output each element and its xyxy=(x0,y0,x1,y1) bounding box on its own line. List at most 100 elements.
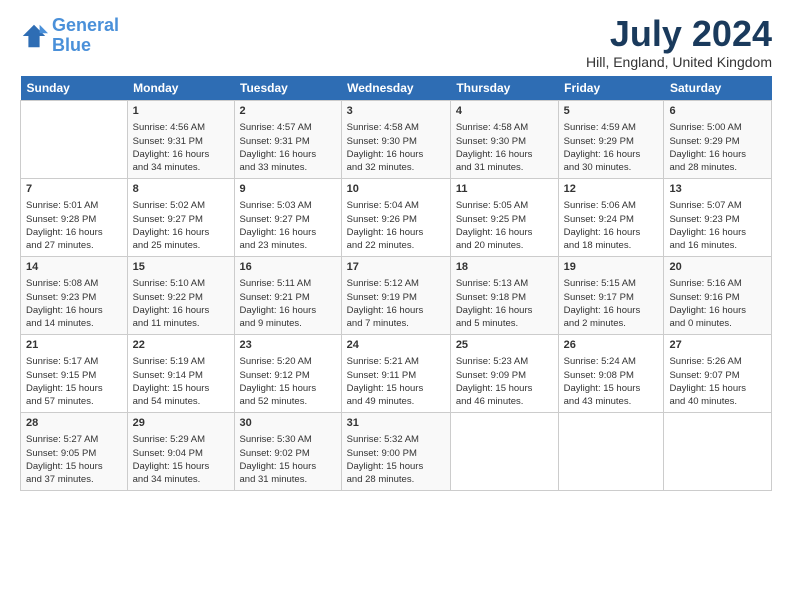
location: Hill, England, United Kingdom xyxy=(586,54,772,70)
table-row: 6 Sunrise: 5:00 AM Sunset: 9:29 PM Daylig… xyxy=(664,101,772,179)
col-thursday: Thursday xyxy=(450,76,558,101)
day-info: Sunrise: 5:17 AM Sunset: 9:15 PM Dayligh… xyxy=(26,355,122,408)
day-info: Sunrise: 5:30 AM Sunset: 9:02 PM Dayligh… xyxy=(240,433,336,486)
day-info: Sunrise: 5:08 AM Sunset: 9:23 PM Dayligh… xyxy=(26,277,122,330)
page: General Blue July 2024 Hill, England, Un… xyxy=(0,0,792,501)
logo-text: General Blue xyxy=(52,16,119,56)
day-info: Sunrise: 5:15 AM Sunset: 9:17 PM Dayligh… xyxy=(564,277,659,330)
table-row: 5 Sunrise: 4:59 AM Sunset: 9:29 PM Daylig… xyxy=(558,101,664,179)
day-info: Sunrise: 5:07 AM Sunset: 9:23 PM Dayligh… xyxy=(669,199,766,252)
day-number: 11 xyxy=(456,182,553,197)
day-number: 16 xyxy=(240,260,336,275)
day-number: 14 xyxy=(26,260,122,275)
day-number: 19 xyxy=(564,260,659,275)
day-info: Sunrise: 5:21 AM Sunset: 9:11 PM Dayligh… xyxy=(347,355,445,408)
day-number: 23 xyxy=(240,338,336,353)
day-number: 8 xyxy=(133,182,229,197)
table-row: 29 Sunrise: 5:29 AM Sunset: 9:04 PM Dayli… xyxy=(127,413,234,491)
table-row: 27 Sunrise: 5:26 AM Sunset: 9:07 PM Dayli… xyxy=(664,335,772,413)
calendar-body: 1Sunrise: 4:56 AM Sunset: 9:31 PM Daylig… xyxy=(21,101,772,491)
col-monday: Monday xyxy=(127,76,234,101)
calendar-table: Sunday Monday Tuesday Wednesday Thursday… xyxy=(20,76,772,491)
table-row: 15Sunrise: 5:10 AM Sunset: 9:22 PM Dayli… xyxy=(127,257,234,335)
table-row xyxy=(21,101,128,179)
table-row: 31 Sunrise: 5:32 AM Sunset: 9:00 PM Dayli… xyxy=(341,413,450,491)
table-row: 8 Sunrise: 5:02 AM Sunset: 9:27 PM Daylig… xyxy=(127,179,234,257)
logo-line1: General xyxy=(52,15,119,35)
table-row: 17 Sunrise: 5:12 AM Sunset: 9:19 PM Dayli… xyxy=(341,257,450,335)
table-row: 22 Sunrise: 5:19 AM Sunset: 9:14 PM Dayli… xyxy=(127,335,234,413)
day-info: Sunrise: 4:57 AM Sunset: 9:31 PM Dayligh… xyxy=(240,121,336,174)
day-info: Sunrise: 5:06 AM Sunset: 9:24 PM Dayligh… xyxy=(564,199,659,252)
day-number: 17 xyxy=(347,260,445,275)
table-row: 26Sunrise: 5:24 AM Sunset: 9:08 PM Dayli… xyxy=(558,335,664,413)
logo-icon xyxy=(20,22,48,50)
day-info: Sunrise: 5:26 AM Sunset: 9:07 PM Dayligh… xyxy=(669,355,766,408)
day-info: Sunrise: 5:19 AM Sunset: 9:14 PM Dayligh… xyxy=(133,355,229,408)
table-row xyxy=(450,413,558,491)
day-info: Sunrise: 5:02 AM Sunset: 9:27 PM Dayligh… xyxy=(133,199,229,252)
table-row: 23Sunrise: 5:20 AM Sunset: 9:12 PM Dayli… xyxy=(234,335,341,413)
logo: General Blue xyxy=(20,16,119,56)
day-number: 24 xyxy=(347,338,445,353)
col-wednesday: Wednesday xyxy=(341,76,450,101)
table-row: 1Sunrise: 4:56 AM Sunset: 9:31 PM Daylig… xyxy=(127,101,234,179)
table-row: 21 Sunrise: 5:17 AM Sunset: 9:15 PM Dayli… xyxy=(21,335,128,413)
day-number: 10 xyxy=(347,182,445,197)
day-number: 2 xyxy=(240,104,336,119)
day-info: Sunrise: 5:00 AM Sunset: 9:29 PM Dayligh… xyxy=(669,121,766,174)
table-row: 16Sunrise: 5:11 AM Sunset: 9:21 PM Dayli… xyxy=(234,257,341,335)
day-info: Sunrise: 4:59 AM Sunset: 9:29 PM Dayligh… xyxy=(564,121,659,174)
table-row: 12 Sunrise: 5:06 AM Sunset: 9:24 PM Dayli… xyxy=(558,179,664,257)
table-row: 25 Sunrise: 5:23 AM Sunset: 9:09 PM Dayli… xyxy=(450,335,558,413)
week-row-1: 1Sunrise: 4:56 AM Sunset: 9:31 PM Daylig… xyxy=(21,101,772,179)
day-number: 12 xyxy=(564,182,659,197)
day-number: 22 xyxy=(133,338,229,353)
logo-line2: Blue xyxy=(52,35,91,55)
day-info: Sunrise: 5:05 AM Sunset: 9:25 PM Dayligh… xyxy=(456,199,553,252)
col-friday: Friday xyxy=(558,76,664,101)
day-number: 5 xyxy=(564,104,659,119)
table-row: 13 Sunrise: 5:07 AM Sunset: 9:23 PM Dayli… xyxy=(664,179,772,257)
day-number: 31 xyxy=(347,416,445,431)
day-number: 28 xyxy=(26,416,122,431)
table-row: 7 Sunrise: 5:01 AM Sunset: 9:28 PM Daylig… xyxy=(21,179,128,257)
day-number: 21 xyxy=(26,338,122,353)
header: General Blue July 2024 Hill, England, Un… xyxy=(20,16,772,70)
day-number: 18 xyxy=(456,260,553,275)
day-info: Sunrise: 5:10 AM Sunset: 9:22 PM Dayligh… xyxy=(133,277,229,330)
title-block: July 2024 Hill, England, United Kingdom xyxy=(586,16,772,70)
table-row xyxy=(558,413,664,491)
week-row-4: 21 Sunrise: 5:17 AM Sunset: 9:15 PM Dayli… xyxy=(21,335,772,413)
day-number: 7 xyxy=(26,182,122,197)
day-info: Sunrise: 5:32 AM Sunset: 9:00 PM Dayligh… xyxy=(347,433,445,486)
day-number: 30 xyxy=(240,416,336,431)
month-title: July 2024 xyxy=(586,16,772,52)
day-info: Sunrise: 4:58 AM Sunset: 9:30 PM Dayligh… xyxy=(347,121,445,174)
day-info: Sunrise: 5:12 AM Sunset: 9:19 PM Dayligh… xyxy=(347,277,445,330)
table-row: 28 Sunrise: 5:27 AM Sunset: 9:05 PM Dayli… xyxy=(21,413,128,491)
day-info: Sunrise: 5:01 AM Sunset: 9:28 PM Dayligh… xyxy=(26,199,122,252)
day-number: 4 xyxy=(456,104,553,119)
week-row-3: 14 Sunrise: 5:08 AM Sunset: 9:23 PM Dayli… xyxy=(21,257,772,335)
table-row: 11 Sunrise: 5:05 AM Sunset: 9:25 PM Dayli… xyxy=(450,179,558,257)
day-info: Sunrise: 5:27 AM Sunset: 9:05 PM Dayligh… xyxy=(26,433,122,486)
day-number: 20 xyxy=(669,260,766,275)
day-info: Sunrise: 5:23 AM Sunset: 9:09 PM Dayligh… xyxy=(456,355,553,408)
day-number: 27 xyxy=(669,338,766,353)
day-number: 29 xyxy=(133,416,229,431)
header-row: Sunday Monday Tuesday Wednesday Thursday… xyxy=(21,76,772,101)
day-info: Sunrise: 5:29 AM Sunset: 9:04 PM Dayligh… xyxy=(133,433,229,486)
table-row: 3Sunrise: 4:58 AM Sunset: 9:30 PM Daylig… xyxy=(341,101,450,179)
day-number: 6 xyxy=(669,104,766,119)
table-row: 19 Sunrise: 5:15 AM Sunset: 9:17 PM Dayli… xyxy=(558,257,664,335)
day-number: 13 xyxy=(669,182,766,197)
table-row: 24 Sunrise: 5:21 AM Sunset: 9:11 PM Dayli… xyxy=(341,335,450,413)
day-number: 1 xyxy=(133,104,229,119)
table-row: 18Sunrise: 5:13 AM Sunset: 9:18 PM Dayli… xyxy=(450,257,558,335)
day-info: Sunrise: 5:24 AM Sunset: 9:08 PM Dayligh… xyxy=(564,355,659,408)
table-row: 20Sunrise: 5:16 AM Sunset: 9:16 PM Dayli… xyxy=(664,257,772,335)
table-row: 9Sunrise: 5:03 AM Sunset: 9:27 PM Daylig… xyxy=(234,179,341,257)
day-number: 25 xyxy=(456,338,553,353)
day-info: Sunrise: 4:58 AM Sunset: 9:30 PM Dayligh… xyxy=(456,121,553,174)
